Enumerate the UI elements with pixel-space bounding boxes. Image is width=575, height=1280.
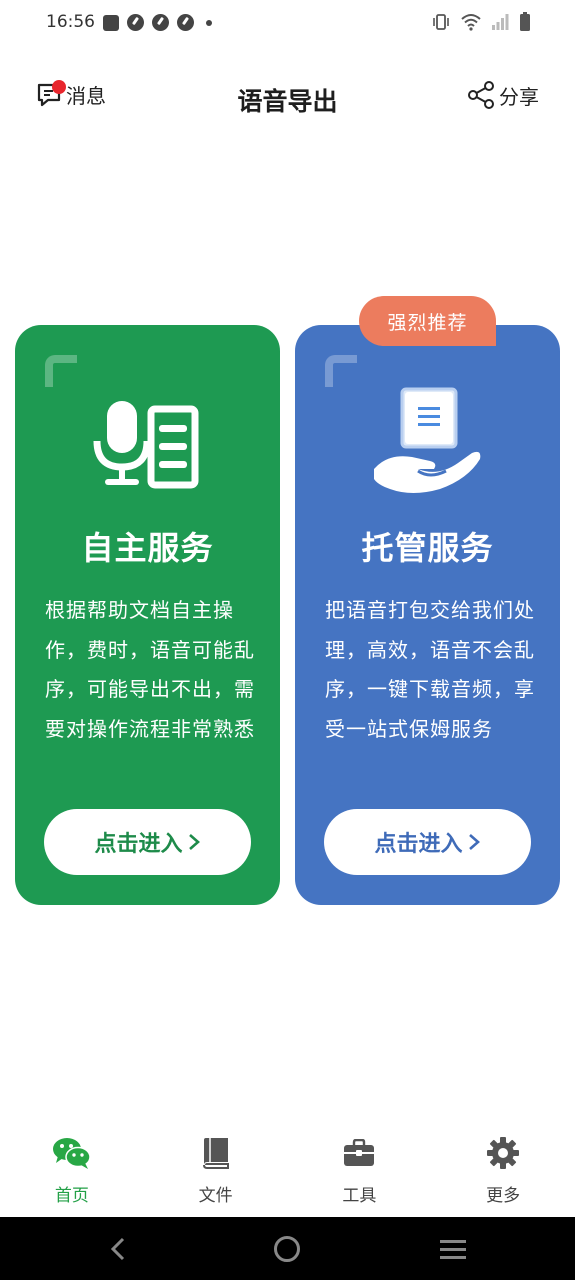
wechat-icon [52,1138,91,1169]
share-button[interactable]: 分享 [467,80,539,110]
corner-decoration [45,355,77,387]
recommend-badge: 强烈推荐 [359,296,496,346]
share-icon [468,81,494,109]
vibrate-icon [433,14,449,30]
status-time: 16:56 [46,12,95,32]
microphone-document-icon [93,401,198,489]
bottom-tab-bar: 首页 文件 工具 更多 [0,1135,575,1217]
home-icon[interactable] [274,1236,300,1262]
more-dot-icon [206,19,212,26]
chevron-right-icon [468,834,480,850]
chevron-right-icon [188,834,200,850]
card-title: 托管服务 [361,529,494,567]
wifi-icon [461,14,481,31]
app-circle-icon [152,14,169,31]
toolbox-icon [344,1139,375,1166]
tab-home[interactable]: 首页 [0,1135,144,1217]
tab-tools[interactable]: 工具 [288,1135,432,1217]
system-status-icons [431,12,531,32]
back-icon[interactable] [108,1237,128,1261]
app-circle-icon [127,14,144,31]
tab-label: 更多 [486,1186,521,1206]
system-nav-bar [0,1217,575,1280]
card-description: 把语音打包交给我们处理，高效，语音不会乱序，一键下载音频，享受一站式保姆服务 [325,598,535,741]
recent-apps-icon[interactable] [440,1239,466,1259]
signal-icon [492,14,509,30]
enter-button-label: 点击进入 [94,832,183,857]
hosted-service-enter-button[interactable]: 点击进入 [324,809,531,875]
tab-label: 首页 [54,1186,89,1206]
enter-button-label: 点击进入 [374,832,463,857]
tab-files[interactable]: 文件 [144,1135,288,1217]
app-header: 消息 语音导出 分享 [0,60,575,132]
share-label: 分享 [499,84,539,109]
card-description: 根据帮助文档自主操作，费时，语音可能乱序，可能导出不出，需要对操作流程非常熟悉 [45,598,255,741]
hand-document-icon [373,387,480,493]
corner-decoration [325,355,357,387]
book-icon [202,1138,229,1169]
tab-label: 文件 [198,1186,233,1206]
card-icon-area [15,387,280,499]
notification-icons [103,14,212,31]
app-screen: 16:56 消息 语音导出 分享 自主服务 根据帮助文档自主操作，费时，语音可能… [0,0,575,1280]
hosted-service-card[interactable]: 托管服务 把语音打包交给我们处理，高效，语音不会乱序，一键下载音频，享受一站式保… [295,325,560,905]
status-bar: 16:56 [0,0,575,48]
gear-icon [487,1137,520,1169]
card-title: 自主服务 [81,529,214,567]
self-service-card[interactable]: 自主服务 根据帮助文档自主操作，费时，语音可能乱序，可能导出不出，需要对操作流程… [15,325,280,905]
app-circle-icon [177,14,194,31]
message-square-icon [103,14,119,31]
battery-icon [520,12,530,31]
self-service-enter-button[interactable]: 点击进入 [44,809,251,875]
tab-more[interactable]: 更多 [431,1135,575,1217]
tab-label: 工具 [342,1186,377,1206]
card-icon-area [295,387,560,499]
